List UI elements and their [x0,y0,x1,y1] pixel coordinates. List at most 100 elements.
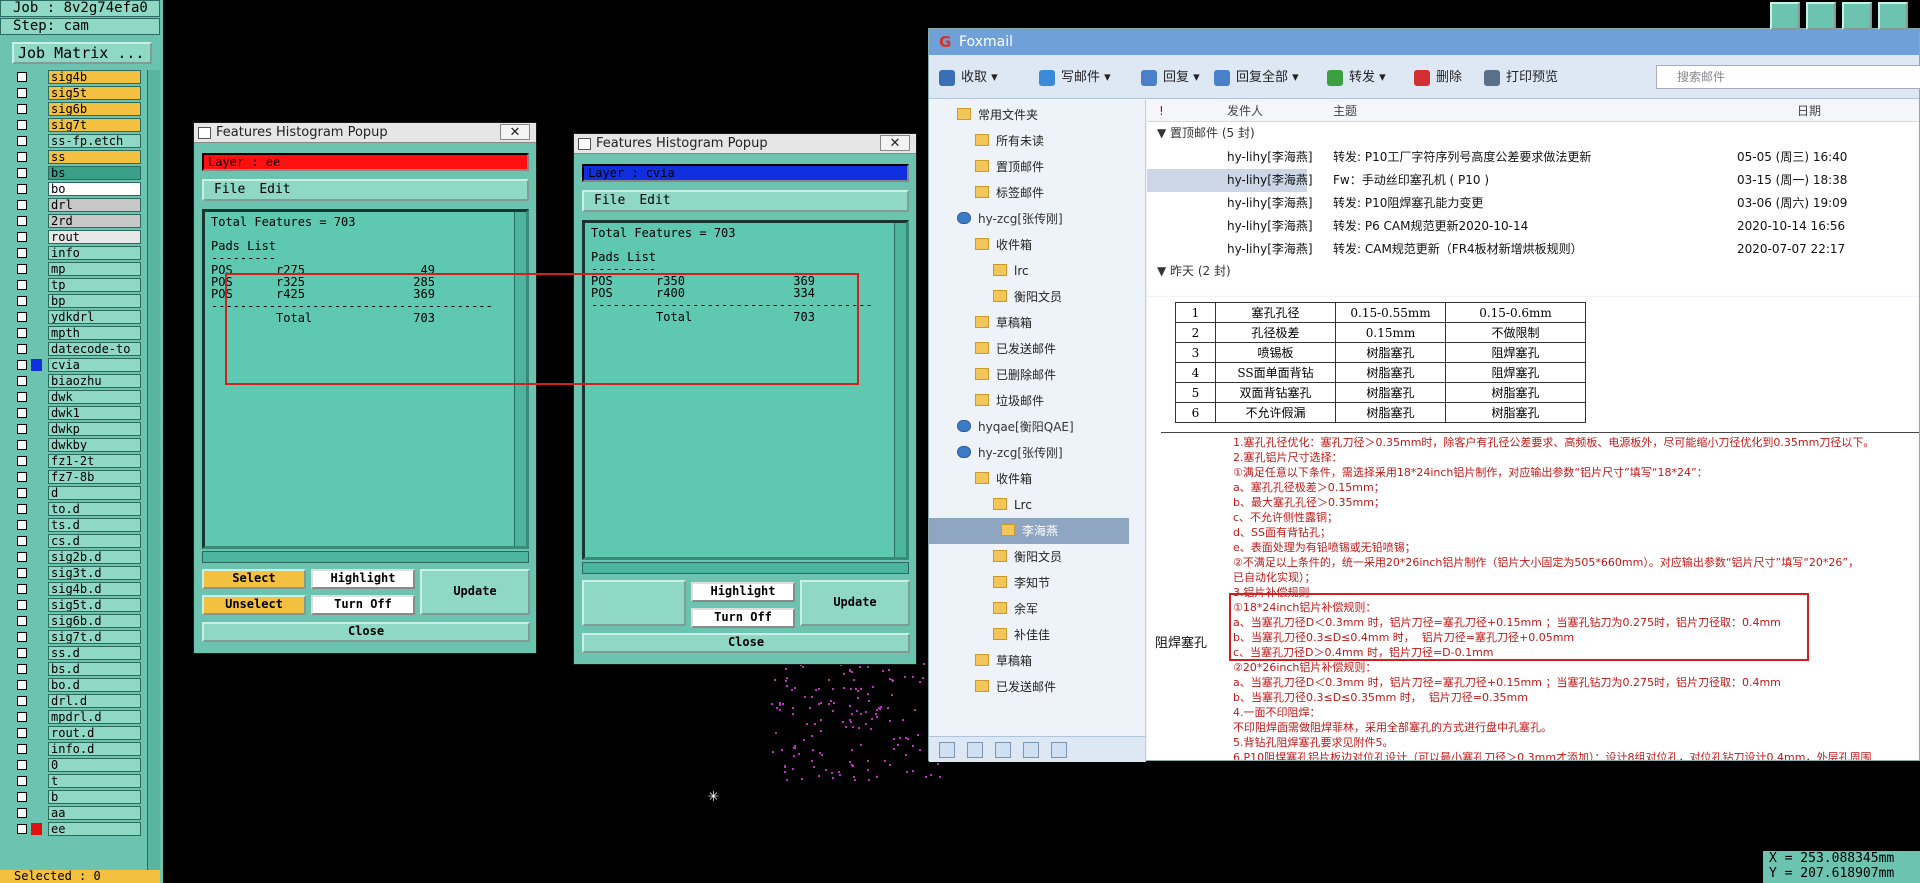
turn-off-button[interactable]: Turn Off [691,608,795,628]
layer-row[interactable]: dwkby [10,438,141,452]
layer-checkbox[interactable] [17,328,27,338]
layer-name[interactable]: fz1-2t [48,454,141,468]
select-button[interactable]: Select [202,569,306,589]
layer-checkbox[interactable] [17,568,27,578]
layer-name[interactable]: sig7t.d [48,630,141,644]
contacts-icon[interactable] [967,742,983,758]
menu-edit[interactable]: Edit [259,182,290,197]
folder-item[interactable]: hyqae[衡阳QAE] [957,414,1074,440]
col-date[interactable]: 日期 [1797,100,1821,122]
layer-name[interactable]: bp [48,294,141,308]
layer-row[interactable]: biaozhu [10,374,141,388]
calendar-icon[interactable] [995,742,1011,758]
layer-row[interactable]: bp [10,294,141,308]
folder-item[interactable]: 已删除邮件 [975,362,1056,388]
layer-name[interactable]: d [48,486,141,500]
layer-checkbox[interactable] [17,216,27,226]
highlight-button[interactable]: Highlight [311,569,415,589]
layer-checkbox[interactable] [17,536,27,546]
layer-row[interactable]: bo.d [10,678,141,692]
highlight-button[interactable]: Highlight [691,582,795,602]
folder-item[interactable]: 李知节 [993,570,1050,596]
folder-item[interactable]: 收件箱 [975,232,1032,258]
rss-icon[interactable] [1051,742,1067,758]
folder-item[interactable]: 常用文件夹 [957,102,1038,128]
layer-name[interactable]: drl.d [48,694,141,708]
layer-row[interactable]: drl [10,198,141,212]
layer-name[interactable]: b [48,790,141,804]
folder-item[interactable]: 余军 [993,596,1038,622]
layer-name[interactable]: sig4b [48,70,141,84]
mail-icon[interactable] [939,742,955,758]
layer-checkbox[interactable] [17,360,27,370]
layer-row[interactable]: mpth [10,326,141,340]
layer-checkbox[interactable] [17,824,27,834]
layer-name[interactable]: bs.d [48,662,141,676]
layer-row[interactable]: ss [10,150,141,164]
forward-button[interactable]: 转发 ▾ [1327,68,1386,88]
update-button[interactable]: Update [420,569,530,615]
tool-icon[interactable] [1770,2,1800,30]
home-icon[interactable] [1842,2,1872,30]
layer-row[interactable]: rout.d [10,726,141,740]
folder-item[interactable]: 标签邮件 [975,180,1044,206]
layer-name[interactable]: t [48,774,141,788]
layer-row[interactable]: 2rd [10,214,141,228]
notes-icon[interactable] [1023,742,1039,758]
folder-item[interactable]: 已发送邮件 [975,674,1056,700]
menu-file[interactable]: File [594,193,625,208]
layer-name[interactable]: sig5t.d [48,598,141,612]
layer-row[interactable]: ee [10,822,141,836]
layer-checkbox[interactable] [17,168,27,178]
layer-row[interactable]: dwk1 [10,406,141,420]
layer-checkbox[interactable] [17,200,27,210]
layer-name[interactable]: sig2b.d [48,550,141,564]
layer-checkbox[interactable] [17,440,27,450]
receive-button[interactable]: 收取 ▾ [939,68,998,88]
layer-name[interactable]: sig6b [48,102,141,116]
layer-row[interactable]: info [10,246,141,260]
print-preview-button[interactable]: 打印预览 [1484,68,1558,88]
layer-checkbox[interactable] [17,312,27,322]
layer-row[interactable]: datecode-to [10,342,141,356]
layer-row[interactable]: mpdrl.d [10,710,141,724]
layer-checkbox[interactable] [17,776,27,786]
folder-item[interactable]: 收件箱 [975,466,1032,492]
layer-checkbox[interactable] [17,712,27,722]
layer-checkbox[interactable] [17,616,27,626]
layer-name[interactable]: cvia [48,358,141,372]
layer-name[interactable]: ee [48,822,141,836]
layer-name[interactable]: mp [48,262,141,276]
close-icon[interactable]: ✕ [500,124,530,140]
layer-checkbox[interactable] [17,648,27,658]
layer-row[interactable]: fz1-2t [10,454,141,468]
layer-name[interactable]: dwk [48,390,141,404]
layer-name[interactable]: sig7t [48,118,141,132]
layer-name[interactable]: ss-fp.etch [48,134,141,148]
layer-name[interactable]: ydkdrl [48,310,141,324]
close-button[interactable]: Close [582,633,910,653]
search-input[interactable]: 搜索邮件 [1656,65,1920,89]
layer-row[interactable]: sig3t.d [10,566,141,580]
layer-checkbox[interactable] [17,504,27,514]
h-scrollbar[interactable] [582,562,909,574]
layer-name[interactable]: drl [48,198,141,212]
layer-checkbox[interactable] [17,232,27,242]
folder-item[interactable]: 补佳佳 [993,622,1050,648]
close-icon[interactable]: ✕ [880,135,910,151]
folder-item[interactable]: Lrc [993,492,1032,518]
layer-row[interactable]: sig5t.d [10,598,141,612]
h-scrollbar[interactable] [202,551,529,563]
layer-name[interactable]: to.d [48,502,141,516]
layer-name[interactable]: aa [48,806,141,820]
tool-icon[interactable] [1806,2,1836,30]
folder-item[interactable]: 草稿箱 [975,310,1032,336]
job-matrix-button[interactable]: Job Matrix ... [12,42,152,64]
layer-row[interactable]: dwkp [10,422,141,436]
turn-off-button[interactable]: Turn Off [311,595,415,615]
tool-icon[interactable] [1878,2,1908,30]
layer-row[interactable]: cs.d [10,534,141,548]
layer-row[interactable]: d [10,486,141,500]
layer-row[interactable]: sig6b.d [10,614,141,628]
update-button[interactable]: Update [800,580,910,626]
